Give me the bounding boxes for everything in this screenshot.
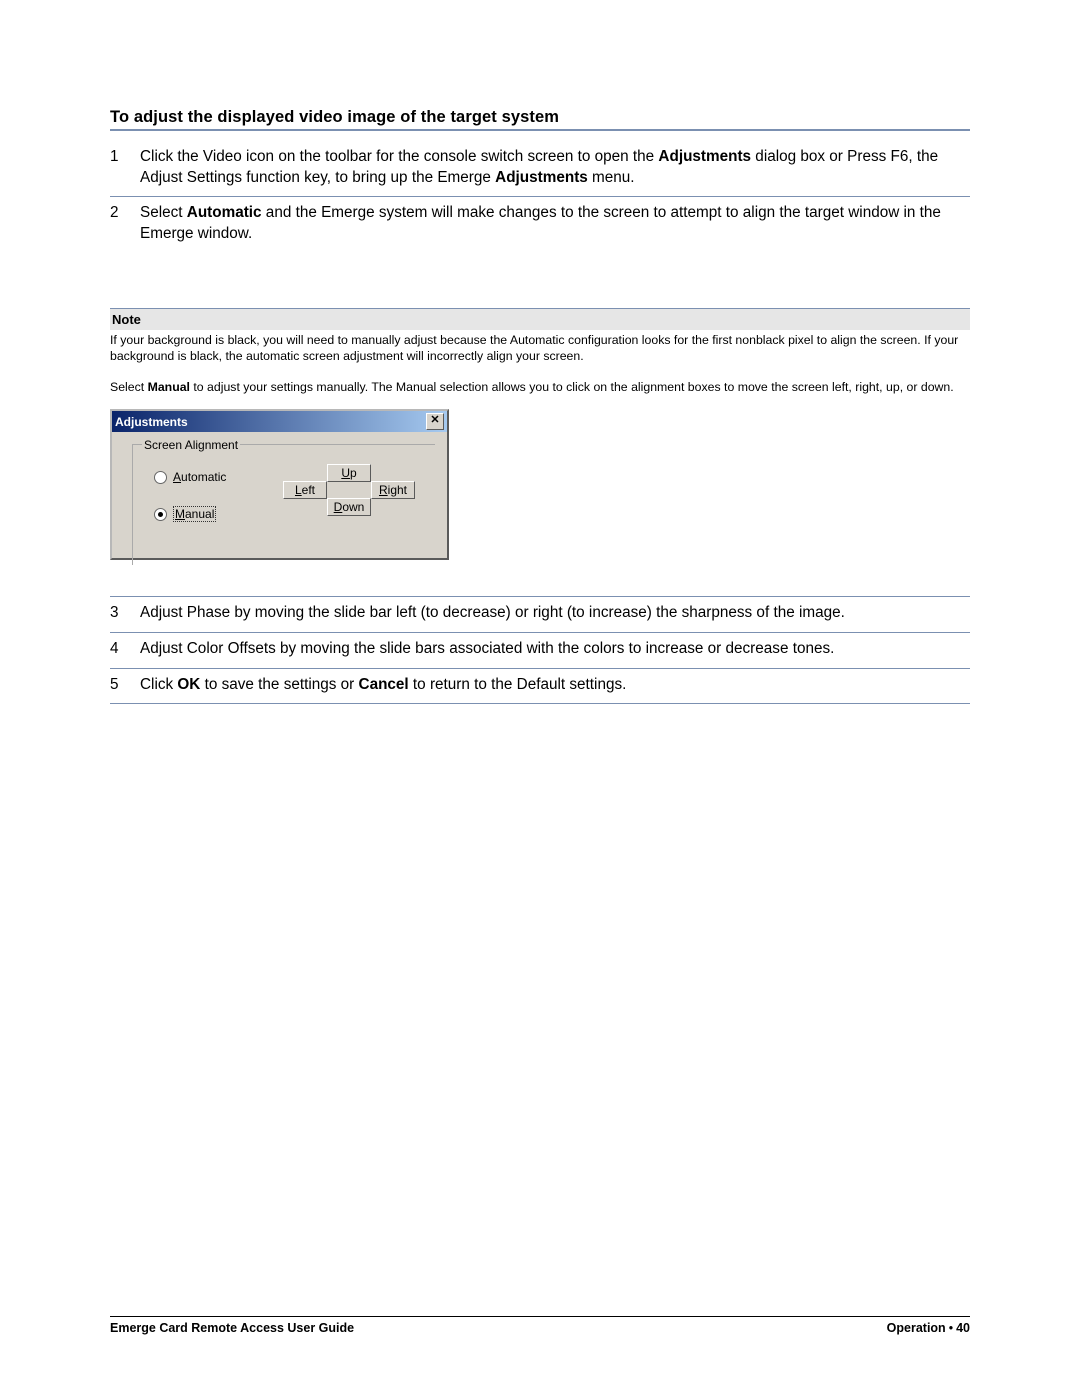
step-text: Adjust Color Offsets by moving the slide… <box>140 639 970 660</box>
step-item: 4 Adjust Color Offsets by moving the sli… <box>110 633 970 669</box>
note-paragraph: If your background is black, you will ne… <box>110 332 970 365</box>
steps-list-b: 3 Adjust Phase by moving the slide bar l… <box>110 596 970 704</box>
footer-section: Operation <box>887 1321 946 1335</box>
adjustments-dialog: Adjustments ✕ Screen Alignment Automatic… <box>110 409 449 560</box>
radio-label: Automatic <box>173 470 226 484</box>
note-paragraph: Select Manual to adjust your settings ma… <box>110 379 970 396</box>
note-heading: Note <box>110 309 970 330</box>
note-body: If your background is black, you will ne… <box>110 330 970 396</box>
radio-automatic[interactable]: Automatic <box>154 470 226 484</box>
step-text: Click the Video icon on the toolbar for … <box>140 147 970 188</box>
step-text: Select Automatic and the Emerge system w… <box>140 203 970 244</box>
left-button[interactable]: Left <box>283 481 327 499</box>
radio-icon <box>154 471 167 484</box>
radio-label: Manual <box>173 506 216 522</box>
step-number: 5 <box>110 675 122 696</box>
step-text: Adjust Phase by moving the slide bar lef… <box>140 603 970 624</box>
note-box: Note If your background is black, you wi… <box>110 308 970 396</box>
step-item: 5 Click OK to save the settings or Cance… <box>110 669 970 705</box>
footer-page: Operation•40 <box>887 1321 970 1335</box>
radio-manual[interactable]: Manual <box>154 506 216 522</box>
steps-list-a: 1 Click the Video icon on the toolbar fo… <box>110 141 970 253</box>
groupbox-frame <box>132 444 435 565</box>
step-text: Click OK to save the settings or Cancel … <box>140 675 970 696</box>
radio-icon <box>154 508 167 521</box>
step-number: 2 <box>110 203 122 244</box>
step-number: 3 <box>110 603 122 624</box>
step-number: 4 <box>110 639 122 660</box>
step-item: 1 Click the Video icon on the toolbar fo… <box>110 141 970 197</box>
footer-doc-title: Emerge Card Remote Access User Guide <box>110 1321 354 1335</box>
down-button[interactable]: Down <box>327 498 371 516</box>
section-title: To adjust the displayed video image of t… <box>110 108 970 131</box>
right-button[interactable]: Right <box>371 481 415 499</box>
dialog-title: Adjustments <box>115 415 188 429</box>
page-footer: Emerge Card Remote Access User Guide Ope… <box>110 1316 970 1335</box>
step-item: 3 Adjust Phase by moving the slide bar l… <box>110 597 970 633</box>
dialog-titlebar: Adjustments ✕ <box>112 411 447 432</box>
step-number: 1 <box>110 147 122 188</box>
up-button[interactable]: Up <box>327 464 371 482</box>
close-icon[interactable]: ✕ <box>426 413 444 430</box>
footer-page-number: 40 <box>956 1321 970 1335</box>
step-item: 2 Select Automatic and the Emerge system… <box>110 197 970 252</box>
groupbox-label: Screen Alignment <box>142 438 240 452</box>
